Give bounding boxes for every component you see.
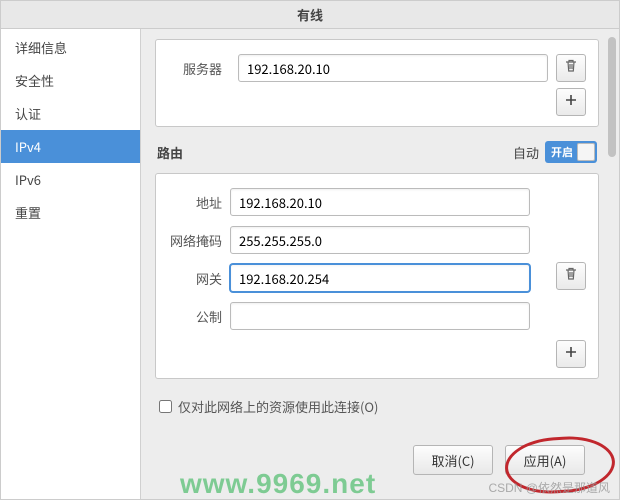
plus-icon — [563, 92, 579, 112]
content-pane: 服务器 — [141, 29, 619, 499]
routes-heading: 路由 — [157, 143, 183, 162]
window-title: 有线 — [1, 1, 619, 29]
switch-knob — [577, 143, 595, 161]
switch-on-text: 开启 — [551, 144, 573, 160]
route-delete-button[interactable] — [556, 262, 586, 290]
dialog-footer: 取消(C) 应用(A) — [155, 435, 599, 487]
apply-button[interactable]: 应用(A) — [505, 445, 585, 475]
restrict-row: 仅对此网络上的资源使用此连接(O) — [155, 389, 599, 424]
scrollbar[interactable] — [607, 29, 617, 499]
sidebar-item-security[interactable]: 安全性 — [1, 64, 140, 97]
dns-server-input[interactable] — [238, 54, 548, 82]
sidebar-item-ipv6[interactable]: IPv6 — [1, 163, 140, 196]
dns-server-label: 服务器 — [168, 59, 230, 78]
dns-delete-button[interactable] — [556, 54, 586, 82]
scroll-area: 服务器 — [155, 39, 599, 435]
settings-window: 有线 详细信息 安全性 认证 IPv4 IPv6 重置 服务器 — [0, 0, 620, 500]
route-netmask-label: 网络掩码 — [168, 231, 230, 250]
scrollbar-thumb[interactable] — [608, 37, 616, 157]
cancel-button[interactable]: 取消(C) — [413, 445, 493, 475]
restrict-label: 仅对此网络上的资源使用此连接(O) — [178, 397, 378, 416]
route-gateway-label: 网关 — [168, 269, 230, 288]
route-metric-row: 公制 — [168, 302, 586, 330]
routes-auto-switch[interactable]: 开启 — [545, 141, 597, 163]
trash-icon — [563, 58, 579, 78]
restrict-checkbox[interactable] — [159, 400, 172, 413]
route-gateway-row: 网关 — [168, 264, 586, 292]
sidebar-item-details[interactable]: 详细信息 — [1, 31, 140, 64]
route-address-input[interactable] — [230, 188, 530, 216]
dns-add-button[interactable] — [556, 88, 586, 116]
route-address-label: 地址 — [168, 193, 230, 212]
dns-add-row — [168, 88, 586, 116]
trash-icon — [563, 266, 579, 286]
dns-server-row: 服务器 — [168, 54, 586, 82]
plus-icon — [563, 344, 579, 364]
sidebar-item-auth[interactable]: 认证 — [1, 97, 140, 130]
route-address-row: 地址 — [168, 188, 586, 216]
window-body: 详细信息 安全性 认证 IPv4 IPv6 重置 服务器 — [1, 29, 619, 499]
sidebar: 详细信息 安全性 认证 IPv4 IPv6 重置 — [1, 29, 141, 499]
sidebar-item-reset[interactable]: 重置 — [1, 196, 140, 229]
route-netmask-row: 网络掩码 — [168, 226, 586, 254]
route-metric-input[interactable] — [230, 302, 530, 330]
route-metric-label: 公制 — [168, 307, 230, 326]
sidebar-item-ipv4[interactable]: IPv4 — [1, 130, 140, 163]
routes-header: 路由 自动 开启 — [157, 141, 597, 163]
route-netmask-input[interactable] — [230, 226, 530, 254]
route-add-button[interactable] — [556, 340, 586, 368]
route-gateway-input[interactable] — [230, 264, 530, 292]
dns-group: 服务器 — [155, 39, 599, 127]
routes-auto-label: 自动 — [513, 143, 539, 162]
route-add-row — [168, 340, 586, 368]
routes-group: 地址 网络掩码 网关 公制 — [155, 173, 599, 379]
